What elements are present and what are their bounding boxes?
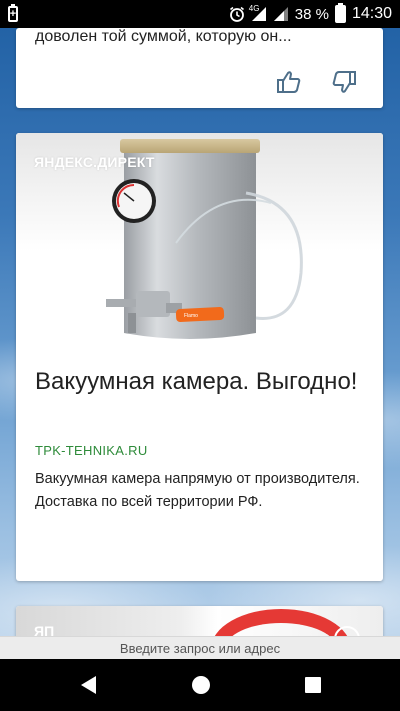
- thumbs-up-icon[interactable]: [276, 69, 302, 95]
- recents-icon[interactable]: [302, 674, 324, 696]
- ad-title[interactable]: Вакуумная камера. Выгодно!: [35, 366, 365, 398]
- network-type-label: 4G: [248, 4, 260, 13]
- ad-product-image: Flamo ЯНДЕКС.ДИРЕКТ: [16, 133, 383, 348]
- battery-saver-icon: +: [8, 4, 18, 22]
- ad-domain-link[interactable]: TPK-TEHNIKA.RU: [35, 443, 148, 458]
- product-sticker-text: Flamo: [184, 313, 198, 319]
- ad-description: Вакуумная камера напрямую от производите…: [35, 471, 360, 510]
- cellular-signal-2-icon: [273, 7, 288, 21]
- battery-percent: 38 %: [294, 5, 329, 23]
- battery-icon: [334, 3, 346, 23]
- feed-card-previous[interactable]: доволен той суммой, которую он...: [16, 28, 383, 108]
- address-bar[interactable]: Введите запрос или адрес: [0, 636, 400, 659]
- thumbs-down-icon[interactable]: [331, 69, 357, 95]
- navigation-bar: [0, 659, 400, 711]
- address-bar-placeholder: Введите запрос или адрес: [119, 640, 281, 656]
- home-icon[interactable]: [190, 674, 212, 696]
- cellular-signal-icon: 4G: [248, 4, 267, 22]
- status-bar: + 4G 38 % 14:30: [0, 0, 400, 28]
- alarm-icon: [229, 6, 244, 22]
- card-excerpt: доволен той суммой, которую он...: [35, 28, 292, 45]
- clock: 14:30: [351, 5, 392, 22]
- ad-card[interactable]: Flamo ЯНДЕКС.ДИРЕКТ Вакуумная камера. Вы…: [16, 133, 383, 581]
- back-icon[interactable]: [78, 674, 100, 696]
- ad-network-label: ЯНДЕКС.ДИРЕКТ: [34, 154, 155, 170]
